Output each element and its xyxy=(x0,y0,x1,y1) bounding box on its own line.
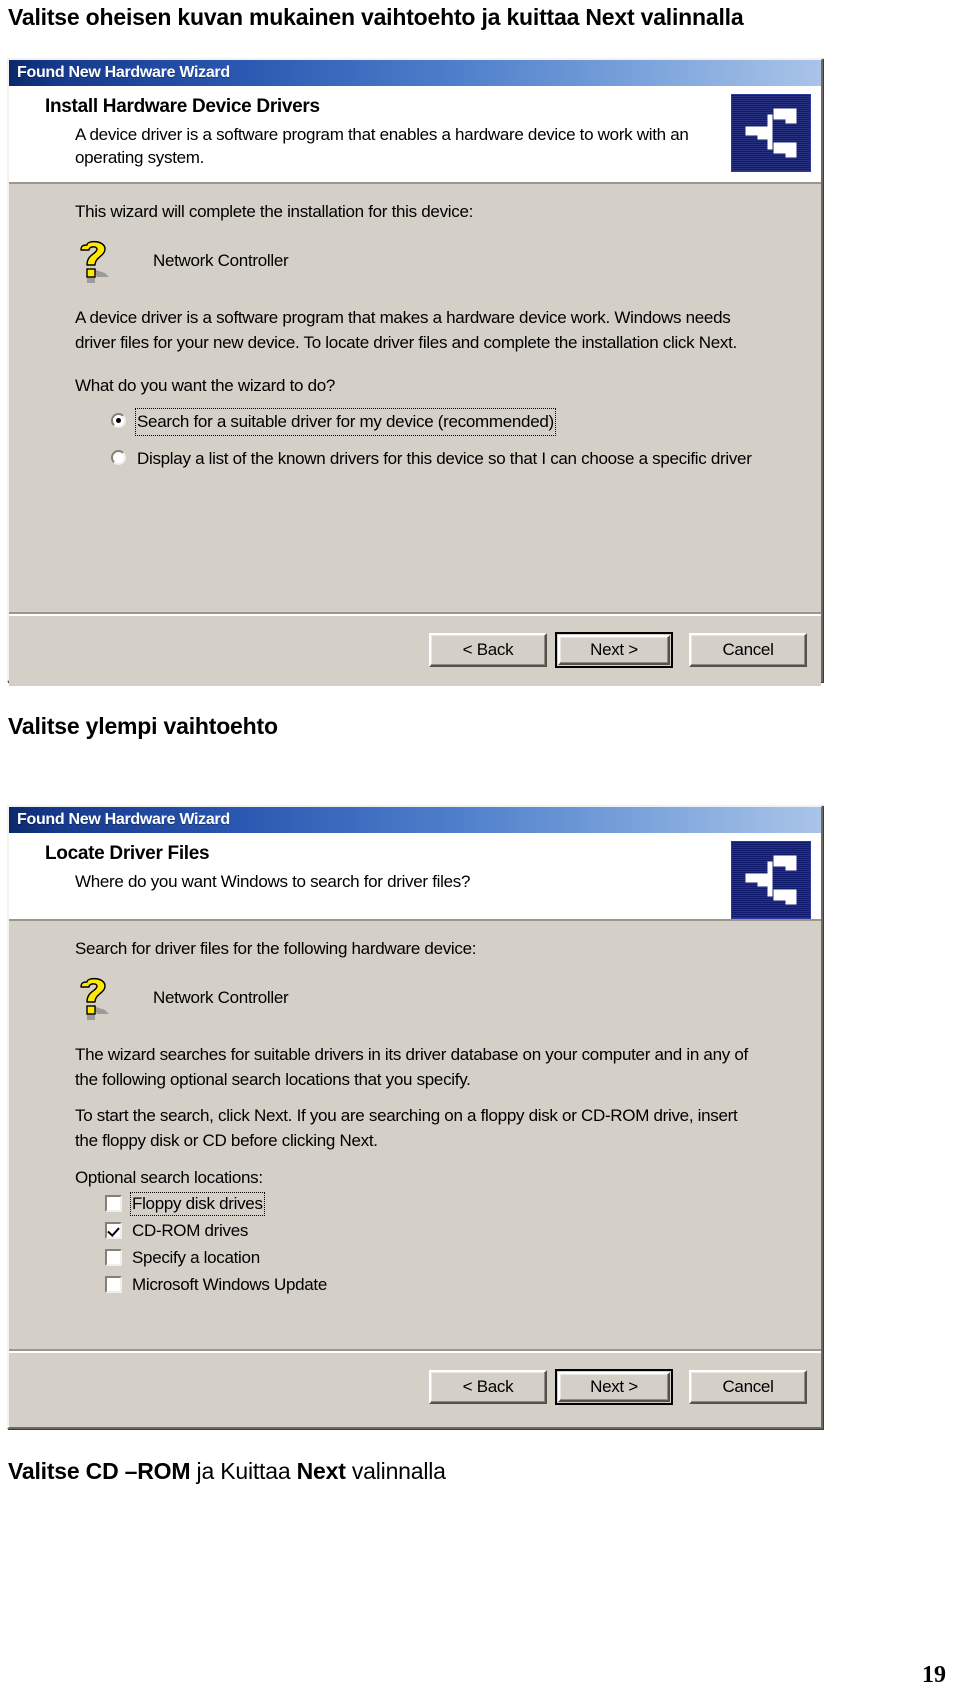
radio-option-display-list[interactable]: Display a list of the known drivers for … xyxy=(75,447,801,471)
dialog-2-subtext: Where do you want Windows to search for … xyxy=(75,872,471,891)
checkbox-label-specify-a-location[interactable]: Specify a location xyxy=(132,1248,260,1268)
dialog-2-footer: < Back Next > Cancel xyxy=(9,1349,821,1423)
dialog-1-prompt: What do you want the wizard to do? xyxy=(75,375,336,395)
dialog-2-intro-text: Search for driver files for the followin… xyxy=(75,939,477,958)
network-computer-icon xyxy=(731,94,811,172)
dialog-1-body: This wizard will complete the installati… xyxy=(9,183,821,612)
dialog-2-titlebar: Found New Hardware Wizard xyxy=(9,807,821,833)
next-button[interactable]: Next > xyxy=(558,634,670,665)
checkbox-indicator-microsoft-windows-update[interactable] xyxy=(105,1276,122,1294)
yellow-question-mark-icon xyxy=(75,239,119,291)
next-button-default-frame: Next > xyxy=(555,1369,673,1405)
next-button[interactable]: Next > xyxy=(558,1372,670,1402)
dialog-1-title: Found New Hardware Wizard xyxy=(17,64,230,81)
yellow-question-mark-icon xyxy=(75,976,119,1028)
dialog-2-header: Locate Driver Files Where do you want Wi… xyxy=(9,833,821,921)
dialog-1-footer: < Back Next > Cancel xyxy=(9,611,821,686)
checkbox-label-floppy-disk-drives[interactable]: Floppy disk drives xyxy=(130,1191,265,1216)
checkbox-specify-a-location[interactable]: Specify a location xyxy=(75,1248,801,1268)
radio-label-display-list[interactable]: Display a list of the known drivers for … xyxy=(137,447,752,471)
dialog-2-device-name: Network Controller xyxy=(153,987,289,1007)
dialog-1-radio-group: Search for a suitable driver for my devi… xyxy=(75,408,801,471)
checkbox-cd-rom-drives[interactable]: CD-ROM drives xyxy=(75,1221,801,1241)
dialog-1-intro-text: This wizard will complete the installati… xyxy=(75,201,474,221)
dialog-1-header: Install Hardware Device Drivers A device… xyxy=(9,86,821,184)
radio-label-search-driver[interactable]: Search for a suitable driver for my devi… xyxy=(135,408,556,436)
caption-bottom-bold-2: Next xyxy=(296,1458,346,1484)
checkbox-indicator-cd-rom-drives[interactable] xyxy=(105,1222,122,1240)
caption-bottom-regular-2: valinnalla xyxy=(345,1458,446,1484)
checkbox-floppy-disk-drives[interactable]: Floppy disk drives xyxy=(75,1191,801,1216)
back-button[interactable]: < Back xyxy=(429,1370,547,1404)
page-number: 19 xyxy=(922,1662,946,1688)
found-new-hardware-wizard-dialog-2: Found New Hardware Wizard Locate Driver … xyxy=(7,805,823,1429)
checkbox-indicator-specify-a-location[interactable] xyxy=(105,1249,122,1267)
checkbox-microsoft-windows-update[interactable]: Microsoft Windows Update xyxy=(75,1275,801,1295)
optional-search-locations-group: Floppy disk drives CD-ROM drives Specify… xyxy=(75,1191,801,1295)
radio-indicator-display-list[interactable] xyxy=(111,449,126,465)
dialog-2-heading: Locate Driver Files xyxy=(45,843,210,864)
radio-option-search-driver[interactable]: Search for a suitable driver for my devi… xyxy=(75,408,801,436)
back-button[interactable]: < Back xyxy=(429,632,547,667)
dialog-1-titlebar: Found New Hardware Wizard xyxy=(9,60,821,86)
instruction-caption-bottom: Valitse CD –ROM ja Kuittaa Next valinnal… xyxy=(8,1458,446,1485)
checkbox-label-cd-rom-drives[interactable]: CD-ROM drives xyxy=(132,1221,248,1241)
instruction-caption-middle: Valitse ylempi vaihtoehto xyxy=(8,713,278,739)
caption-bottom-bold-1: Valitse CD –ROM xyxy=(8,1458,191,1484)
dialog-2-paragraph-2: To start the search, click Next. If you … xyxy=(75,1105,738,1151)
next-button-default-frame: Next > xyxy=(555,631,673,668)
dialog-1-heading: Install Hardware Device Drivers xyxy=(45,96,320,117)
found-new-hardware-wizard-dialog-1: Found New Hardware Wizard Install Hardwa… xyxy=(7,58,823,686)
dialog-1-device-row: Network Controller xyxy=(75,239,801,295)
radio-indicator-search-driver[interactable] xyxy=(111,413,126,429)
dialog-1-device-name: Network Controller xyxy=(153,250,289,270)
dialog-1-description: A device driver is a software program th… xyxy=(75,307,737,353)
dialog-2-device-row: Network Controller xyxy=(75,976,801,1032)
checkbox-label-microsoft-windows-update[interactable]: Microsoft Windows Update xyxy=(132,1275,327,1295)
checkbox-indicator-floppy-disk-drives[interactable] xyxy=(105,1195,122,1213)
dialog-1-subtext: A device driver is a software program th… xyxy=(75,125,689,167)
cancel-button[interactable]: Cancel xyxy=(689,1370,807,1404)
network-computer-icon xyxy=(731,841,811,919)
instruction-caption-top: Valitse oheisen kuvan mukainen vaihtoeht… xyxy=(8,4,744,30)
dialog-2-paragraph-1: The wizard searches for suitable drivers… xyxy=(75,1044,748,1090)
dialog-2-body: Search for driver files for the followin… xyxy=(9,921,821,1349)
caption-bottom-regular-1: ja Kuittaa xyxy=(190,1458,297,1484)
dialog-2-title: Found New Hardware Wizard xyxy=(17,811,230,828)
cancel-button[interactable]: Cancel xyxy=(689,632,807,667)
optional-search-locations-label: Optional search locations: xyxy=(75,1167,263,1187)
